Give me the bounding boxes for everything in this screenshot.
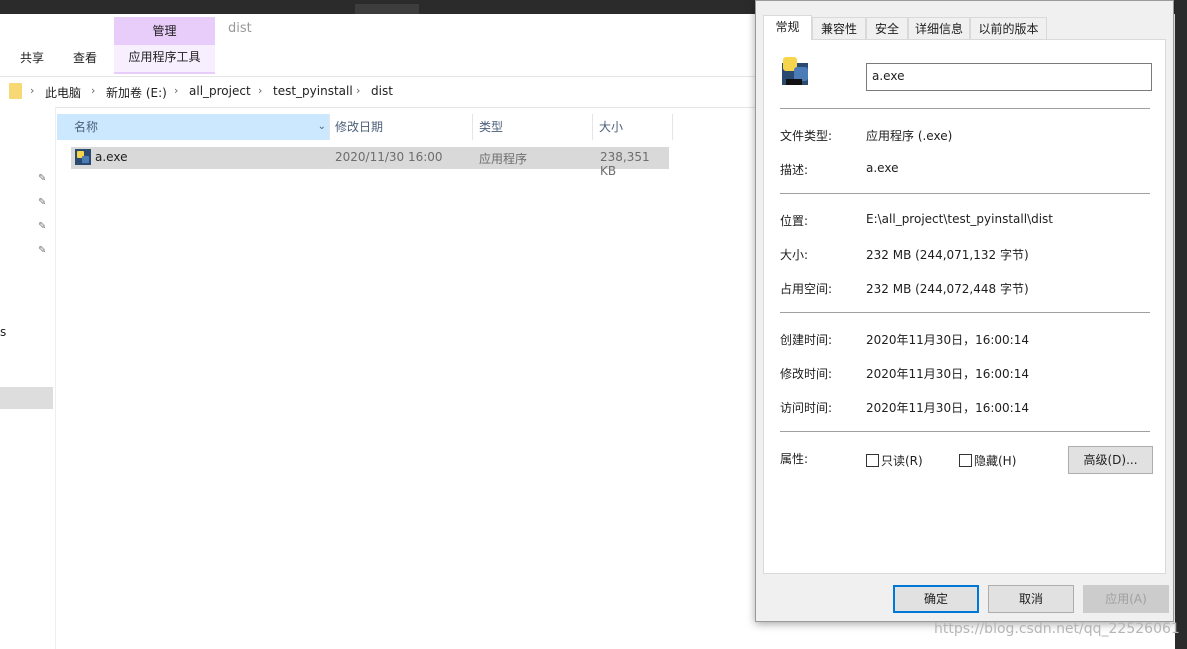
created-label: 创建时间: bbox=[780, 333, 833, 347]
file-name: a.exe bbox=[95, 150, 128, 164]
divider bbox=[780, 193, 1150, 194]
breadcrumb-chevron-icon[interactable]: › bbox=[258, 84, 262, 97]
hidden-checkbox[interactable] bbox=[959, 454, 972, 467]
column-divider[interactable] bbox=[329, 114, 330, 140]
file-explorer-window: 管理 应用程序工具 共享 查看 dist › 此电脑 › 新加卷 (E:) › … bbox=[0, 14, 760, 649]
breadcrumb-chevron-icon[interactable]: › bbox=[174, 84, 178, 97]
divider bbox=[780, 431, 1150, 432]
tab-details[interactable]: 详细信息 bbox=[908, 17, 970, 39]
accessed-value: 2020年11月30日，16:00:14 bbox=[866, 401, 1029, 415]
column-divider[interactable] bbox=[592, 114, 593, 140]
tab-previous-versions[interactable]: 以前的版本 bbox=[970, 17, 1047, 39]
breadcrumb-all-project[interactable]: all_project bbox=[189, 84, 251, 98]
tab-general[interactable]: 常规 bbox=[763, 15, 812, 40]
address-bar[interactable]: › 此电脑 › 新加卷 (E:) › all_project › test_py… bbox=[0, 76, 760, 108]
breadcrumb-test-pyinstall[interactable]: test_pyinstall bbox=[273, 84, 353, 98]
breadcrumb-chevron-icon[interactable]: › bbox=[91, 84, 95, 97]
cancel-button[interactable]: 取消 bbox=[988, 585, 1074, 613]
pin-icon[interactable]: ✎ bbox=[38, 197, 50, 209]
pin-icon[interactable]: ✎ bbox=[38, 245, 50, 257]
column-divider[interactable] bbox=[672, 114, 673, 140]
breadcrumb-drive-e[interactable]: 新加卷 (E:) bbox=[106, 84, 167, 101]
accessed-label: 访问时间: bbox=[780, 401, 833, 415]
disk-size-label: 占用空间: bbox=[780, 282, 833, 296]
pin-icon[interactable]: ✎ bbox=[38, 221, 50, 233]
attributes-label: 属性: bbox=[780, 452, 809, 466]
divider bbox=[780, 108, 1150, 109]
created-value: 2020年11月30日，16:00:14 bbox=[866, 333, 1029, 347]
breadcrumb-dist[interactable]: dist bbox=[371, 84, 393, 98]
ok-button[interactable]: 确定 bbox=[893, 585, 979, 613]
general-panel: a.exe 文件类型: 应用程序 (.exe) 描述: a.exe 位置: E:… bbox=[763, 39, 1166, 574]
background-editor-tab bbox=[355, 4, 419, 14]
column-header-name-label: 名称 bbox=[74, 120, 99, 134]
nav-item-selected[interactable] bbox=[0, 387, 53, 409]
column-header-type[interactable]: 类型 bbox=[479, 114, 503, 140]
nav-item-label[interactable]: s bbox=[0, 325, 6, 339]
modified-value: 2020年11月30日，16:00:14 bbox=[866, 367, 1029, 381]
description-label: 描述: bbox=[780, 163, 809, 177]
advanced-button[interactable]: 高级(D)... bbox=[1068, 446, 1153, 474]
location-label: 位置: bbox=[780, 214, 809, 228]
ribbon-tab-share[interactable]: 共享 bbox=[20, 49, 44, 66]
column-header-size[interactable]: 大小 bbox=[599, 114, 623, 140]
python-exe-icon bbox=[782, 57, 808, 85]
apply-button[interactable]: 应用(A) bbox=[1083, 585, 1169, 613]
divider bbox=[780, 312, 1150, 313]
ribbon-context-tab-manage[interactable]: 管理 bbox=[114, 17, 215, 45]
pin-icon[interactable]: ✎ bbox=[38, 173, 50, 185]
background-window-edge bbox=[1175, 0, 1187, 649]
file-type: 应用程序 bbox=[479, 152, 528, 166]
properties-dialog: 常规 兼容性 安全 详细信息 以前的版本 a.exe 文件类型: 应用程序 (.… bbox=[755, 0, 1174, 622]
column-divider[interactable] bbox=[472, 114, 473, 140]
disk-size-value: 232 MB (244,072,448 字节) bbox=[866, 282, 1029, 296]
file-type-value: 应用程序 (.exe) bbox=[866, 129, 953, 143]
breadcrumb-this-pc[interactable]: 此电脑 bbox=[45, 84, 81, 101]
window-title: dist bbox=[228, 21, 252, 36]
breadcrumb-chevron-icon[interactable]: › bbox=[356, 84, 360, 97]
readonly-label[interactable]: 只读(R) bbox=[881, 452, 923, 469]
navigation-pane: ✎ ✎ ✎ ✎ s bbox=[0, 107, 56, 649]
tab-compatibility[interactable]: 兼容性 bbox=[812, 17, 866, 39]
ribbon: 管理 应用程序工具 共享 查看 dist bbox=[0, 14, 760, 74]
modified-label: 修改时间: bbox=[780, 367, 833, 381]
readonly-checkbox[interactable] bbox=[866, 454, 879, 467]
python-exe-icon bbox=[75, 149, 91, 165]
column-header-name[interactable]: 名称 ⌄ bbox=[57, 114, 329, 140]
filename-field[interactable]: a.exe bbox=[866, 63, 1152, 91]
hidden-label[interactable]: 隐藏(H) bbox=[974, 452, 1016, 469]
ribbon-tab-view[interactable]: 查看 bbox=[73, 49, 97, 66]
file-size: 238,351 KB bbox=[600, 150, 650, 178]
watermark: https://blog.csdn.net/qq_22526061 bbox=[934, 621, 1180, 637]
file-modified: 2020/11/30 16:00 bbox=[335, 150, 443, 164]
file-type-label: 文件类型: bbox=[780, 129, 833, 143]
breadcrumb-chevron-icon[interactable]: › bbox=[30, 84, 34, 97]
column-header-modified[interactable]: 修改日期 bbox=[335, 114, 383, 140]
chevron-down-icon[interactable]: ⌄ bbox=[318, 114, 326, 140]
tab-security[interactable]: 安全 bbox=[866, 17, 908, 39]
folder-icon bbox=[9, 83, 22, 99]
file-row[interactable]: a.exe 2020/11/30 16:00 应用程序 238,351 KB bbox=[71, 147, 669, 178]
location-value: E:\all_project\test_pyinstall\dist bbox=[866, 212, 1054, 226]
description-value: a.exe bbox=[866, 161, 899, 175]
size-label: 大小: bbox=[780, 248, 809, 262]
ribbon-tab-application-tools[interactable]: 应用程序工具 bbox=[114, 45, 215, 74]
size-value: 232 MB (244,071,132 字节) bbox=[866, 248, 1029, 262]
